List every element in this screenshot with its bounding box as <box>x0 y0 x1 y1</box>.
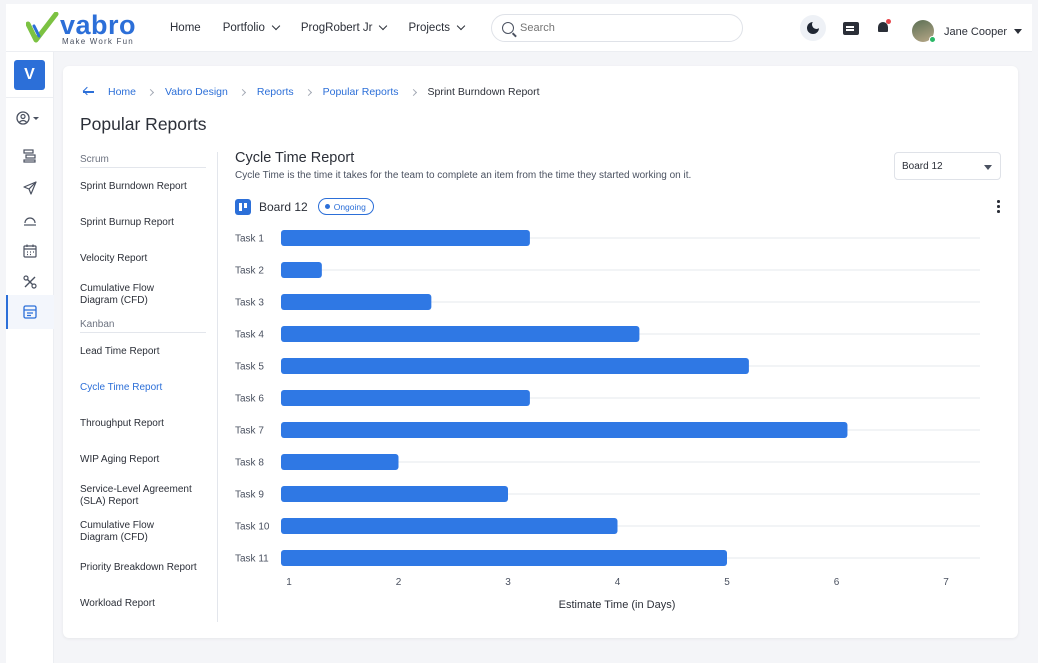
moon-icon <box>807 20 821 34</box>
report-link-lead-time[interactable]: Lead Time Report <box>80 346 206 358</box>
notification-dot <box>886 19 891 24</box>
workspace-badge[interactable]: V <box>14 60 45 90</box>
board-select-value: Board 12 <box>902 160 943 172</box>
main-content-card: Home Vabro Design Reports Popular Report… <box>63 66 1018 638</box>
board-select-dropdown[interactable]: Board 12 <box>894 152 1001 180</box>
back-arrow-icon[interactable] <box>83 87 97 97</box>
calendar-icon[interactable] <box>22 243 38 259</box>
section-kanban-title: Kanban <box>80 319 206 333</box>
report-link-sprint-burnup[interactable]: Sprint Burnup Report <box>80 217 206 229</box>
search-icon <box>502 22 514 34</box>
breadcrumb-reports[interactable]: Reports <box>257 86 294 98</box>
user-name[interactable]: Jane Cooper <box>944 26 1007 38</box>
report-link-throughput[interactable]: Throughput Report <box>80 418 206 430</box>
breadcrumb-vabro-design[interactable]: Vabro Design <box>165 86 228 98</box>
nav-progrobert-label: ProgRobert Jr <box>300 22 373 34</box>
more-options-icon[interactable] <box>997 200 1001 214</box>
chevron-right-icon <box>146 88 155 96</box>
breadcrumb: Home Vabro Design Reports Popular Report… <box>83 86 540 98</box>
reports-icon[interactable] <box>22 304 38 320</box>
notification-bell-icon[interactable] <box>877 19 891 34</box>
kanban-board-icon <box>235 198 251 215</box>
theme-toggle-button[interactable] <box>800 15 826 41</box>
breadcrumb-home[interactable]: Home <box>108 86 136 98</box>
status-badge: Ongoing <box>317 198 374 215</box>
inbox-icon[interactable] <box>843 22 859 35</box>
breadcrumb-popular-reports[interactable]: Popular Reports <box>323 86 399 98</box>
chevron-down-icon <box>456 21 466 31</box>
nav-portfolio-label: Portfolio <box>222 22 265 34</box>
board-name: Board 12 <box>259 199 308 214</box>
avatar[interactable] <box>912 20 936 43</box>
nav-projects[interactable]: Projects <box>408 21 466 34</box>
nav-progrobert[interactable]: ProgRobert Jr <box>300 21 388 34</box>
reports-nav-divider <box>217 152 218 622</box>
report-link-cfd-kanban[interactable]: Cumulative Flow Diagram (CFD) <box>80 520 190 544</box>
brand-tagline: Make Work Fun <box>62 37 134 46</box>
breadcrumb-current: Sprint Burndown Report <box>427 86 540 98</box>
section-scrum-title: Scrum <box>80 154 206 168</box>
nav-home-label: Home <box>170 22 201 34</box>
report-description: Cycle Time is the time it takes for the … <box>235 170 692 181</box>
top-navigation-bar: vabro Make Work Fun Home Portfolio ProgR… <box>6 4 1032 52</box>
board-header: Board 12 Ongoing <box>235 198 374 215</box>
chevron-down-icon <box>984 165 992 170</box>
tools-icon[interactable] <box>22 274 38 290</box>
reports-nav: Scrum Sprint Burndown Report Sprint Burn… <box>80 154 206 610</box>
report-link-cycle-time[interactable]: Cycle Time Report <box>80 382 206 394</box>
search-box <box>491 14 743 42</box>
chevron-down-icon <box>379 21 388 31</box>
report-link-priority-breakdown[interactable]: Priority Breakdown Report <box>80 562 206 574</box>
chevron-right-icon <box>304 88 312 96</box>
chevron-right-icon <box>238 88 246 96</box>
chevron-down-icon <box>271 21 281 31</box>
user-circle-icon[interactable] <box>16 110 42 126</box>
report-link-sla[interactable]: Service-Level Agreement (SLA) Report <box>80 484 206 508</box>
status-badge-label: Ongoing <box>333 201 366 212</box>
report-header: Cycle Time Report Cycle Time is the time… <box>235 150 691 181</box>
report-title: Cycle Time Report <box>235 150 355 166</box>
online-status-dot <box>929 36 936 43</box>
report-link-cfd-scrum[interactable]: Cumulative Flow Diagram (CFD) <box>80 283 190 307</box>
paper-plane-icon[interactable] <box>22 180 38 196</box>
search-input[interactable] <box>520 22 720 34</box>
report-link-workload[interactable]: Workload Report <box>80 598 206 610</box>
report-link-wip-aging[interactable]: WIP Aging Report <box>80 454 206 466</box>
page-title: Popular Reports <box>80 114 207 134</box>
nav-home[interactable]: Home <box>170 22 201 34</box>
nav-portfolio[interactable]: Portfolio <box>222 21 281 34</box>
report-link-sprint-burndown[interactable]: Sprint Burndown Report <box>80 181 206 193</box>
main-nav: Home Portfolio ProgRobert Jr Projects <box>170 4 486 52</box>
timer-icon[interactable] <box>22 212 38 228</box>
nav-projects-label: Projects <box>408 22 451 34</box>
report-link-velocity[interactable]: Velocity Report <box>80 253 206 265</box>
chevron-right-icon <box>409 88 417 96</box>
sidebar-divider <box>6 97 54 98</box>
left-sidebar: V <box>6 52 54 663</box>
vabro-logo[interactable]: vabro Make Work Fun <box>26 10 146 48</box>
user-menu-caret-icon[interactable] <box>1014 29 1022 34</box>
board-list-icon[interactable] <box>22 148 38 164</box>
vabro-check-icon <box>26 12 59 43</box>
